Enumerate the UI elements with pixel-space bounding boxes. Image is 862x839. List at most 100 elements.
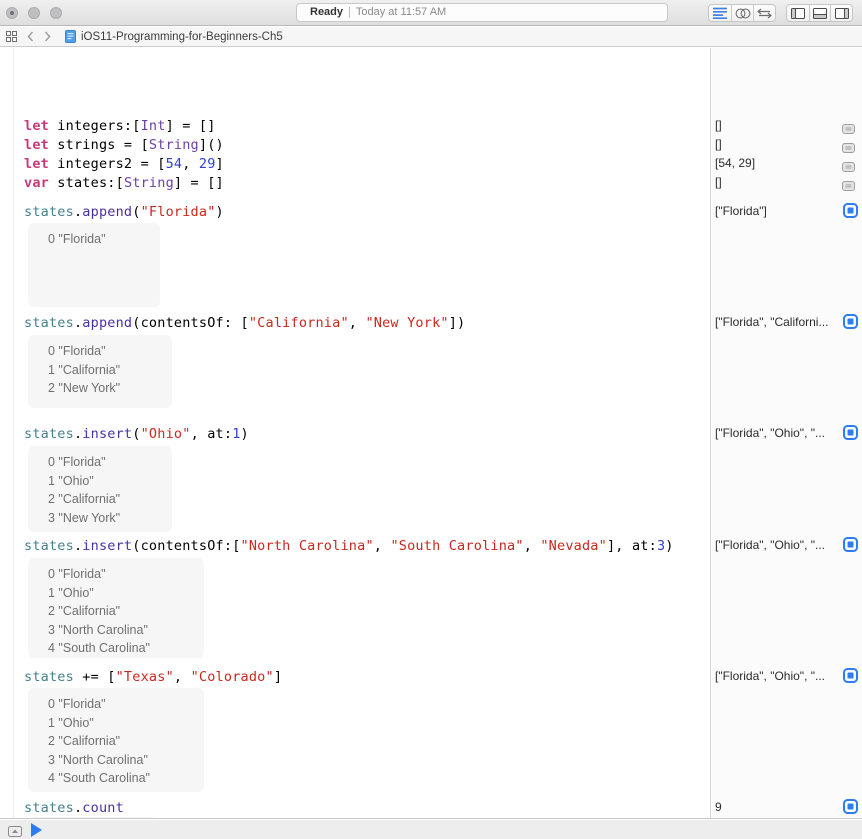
inline-result-row: 2 "New York" [28, 379, 172, 398]
code-line: var states:[String] = [] [24, 175, 224, 191]
inline-result-row: 1 "Ohio" [28, 714, 204, 733]
inline-result-row: 4 "South Carolina" [28, 639, 204, 658]
inline-result-row: 1 "Ohio" [28, 472, 172, 491]
show-result-button[interactable] [843, 314, 858, 329]
show-result-button[interactable] [843, 668, 858, 683]
file-icon-wrap [65, 30, 76, 43]
close-button[interactable] [6, 7, 18, 19]
inline-result-view: 0 "Florida"1 "California"2 "New York" [28, 335, 172, 408]
code-line: let integers2 = [54, 29] [24, 156, 224, 172]
code-line: states.append(contentsOf: ["California",… [24, 315, 465, 331]
result-value: ["Florida"] [715, 202, 767, 221]
sidebar-result-row: 9 [711, 798, 862, 817]
assistant-editor-button[interactable] [731, 5, 753, 21]
inline-result-row: 0 "Florida" [28, 565, 204, 584]
debug-area-pane-icon [813, 8, 827, 19]
result-value: [54, 29] [715, 154, 755, 173]
inline-result-row: 1 "Ohio" [28, 584, 204, 603]
quicklook-button[interactable] [842, 139, 855, 149]
toolbar: Ready | Today at 11:57 AM [0, 0, 862, 26]
status-text: Ready [310, 6, 343, 18]
quicklook-button[interactable] [842, 158, 855, 168]
standard-editor-icon [713, 7, 728, 19]
inline-result-row: 2 "California" [28, 732, 204, 751]
inline-result-row: 2 "California" [28, 602, 204, 621]
run-playground-button[interactable] [31, 823, 42, 839]
inline-result-view: 0 "Florida"1 "Ohio"2 "California"3 "Nort… [28, 688, 204, 792]
jump-bar-filename[interactable]: iOS11-Programming-for-Beginners-Ch5 [81, 31, 283, 43]
inspector-pane-button[interactable] [830, 5, 852, 21]
inline-result-view: 0 "Florida"1 "Ohio"2 "California"3 "Nort… [28, 558, 204, 658]
quicklook-button[interactable] [842, 120, 855, 130]
main-content: let integers:[Int] = [] let strings = [St… [0, 48, 862, 819]
result-value: ["Florida", "Ohio", "... [715, 536, 825, 555]
chevron-left-icon[interactable] [27, 31, 34, 42]
inline-result-row: 0 "Florida" [28, 695, 204, 714]
inline-result-row: 3 "New York" [28, 509, 172, 528]
related-items-button[interactable] [6, 31, 17, 42]
code-line: let integers:[Int] = [] [24, 118, 216, 134]
show-result-button[interactable] [843, 799, 858, 814]
jump-bar: iOS11-Programming-for-Beginners-Ch5 [0, 27, 862, 47]
close-icon [10, 11, 14, 15]
version-editor-icon [757, 8, 772, 19]
status-separator: | [348, 6, 351, 18]
activity-status: Ready | Today at 11:57 AM [296, 3, 668, 22]
sidebar-result-row: ["Florida", "Ohio", "... [711, 424, 862, 443]
results-sidebar: [] [] [54, 29] [] ["Florida"] ["Florida"… [710, 48, 862, 818]
source-editor[interactable]: let integers:[Int] = [] let strings = [St… [0, 48, 710, 818]
inline-result-row: 1 "California" [28, 361, 172, 380]
code-line: states.append("Florida") [24, 204, 224, 220]
playground-file-icon [65, 30, 76, 43]
standard-editor-button[interactable] [709, 5, 731, 21]
inspector-pane-icon [835, 8, 849, 19]
navigator-pane-button[interactable] [787, 5, 809, 21]
quicklook-button[interactable] [842, 177, 855, 187]
code-line: let strings = [String]() [24, 137, 224, 153]
inline-result-row: 0 "Florida" [28, 453, 172, 472]
code-line: states += ["Texas", "Colorado"] [24, 669, 282, 685]
inline-result-view: 0 "Florida"1 "Ohio"2 "California"3 "New … [28, 446, 172, 532]
inline-result-row: 3 "North Carolina" [28, 621, 204, 640]
window-controls [6, 7, 62, 19]
chevron-right-icon[interactable] [44, 31, 51, 42]
sidebar-result-row: [] [711, 116, 862, 135]
sidebar-result-row: ["Florida", "Ohio", "... [711, 536, 862, 555]
result-value: 9 [715, 798, 722, 817]
xcode-playground-window: Ready | Today at 11:57 AM [0, 0, 862, 839]
show-result-button[interactable] [843, 537, 858, 552]
sidebar-result-row: ["Florida", "Ohio", "... [711, 667, 862, 686]
console-toggle-button[interactable] [8, 824, 22, 839]
inline-result-view: 0 "Florida" [28, 223, 160, 307]
version-editor-button[interactable] [753, 5, 775, 21]
inline-result-view: 9 [28, 817, 157, 818]
workspace-pane-segmented-control [786, 4, 853, 22]
result-value: [] [715, 173, 722, 192]
navigator-pane-icon [791, 8, 805, 19]
result-value: [] [715, 116, 722, 135]
inline-result-row: 4 "South Carolina" [28, 769, 204, 788]
debug-area-pane-button[interactable] [809, 5, 831, 21]
sidebar-result-row: [54, 29] [711, 154, 862, 173]
debug-bar [0, 820, 862, 839]
minimize-button[interactable] [28, 7, 40, 19]
inline-result-row: 3 "North Carolina" [28, 751, 204, 770]
sidebar-result-row: [] [711, 135, 862, 154]
inline-result-row: 2 "California" [28, 490, 172, 509]
show-result-button[interactable] [843, 203, 858, 218]
result-value: ["Florida", "Californi... [715, 313, 828, 332]
code-line: states.insert("Ohio", at:1) [24, 426, 249, 442]
run-playground-icon [31, 823, 42, 837]
result-value: ["Florida", "Ohio", "... [715, 424, 825, 443]
editor-mode-segmented-control [708, 4, 776, 22]
inline-result-row: 0 "Florida" [28, 342, 172, 361]
status-time: Today at 11:57 AM [356, 6, 446, 18]
history-navigation [27, 31, 51, 42]
zoom-button[interactable] [50, 7, 62, 19]
inline-result-row: 0 "Florida" [28, 230, 160, 249]
sidebar-result-row: ["Florida", "Californi... [711, 313, 862, 332]
show-result-button[interactable] [843, 425, 858, 440]
assistant-editor-icon [735, 8, 751, 19]
console-toggle-icon [8, 826, 22, 837]
code-line: states.count [24, 800, 124, 816]
